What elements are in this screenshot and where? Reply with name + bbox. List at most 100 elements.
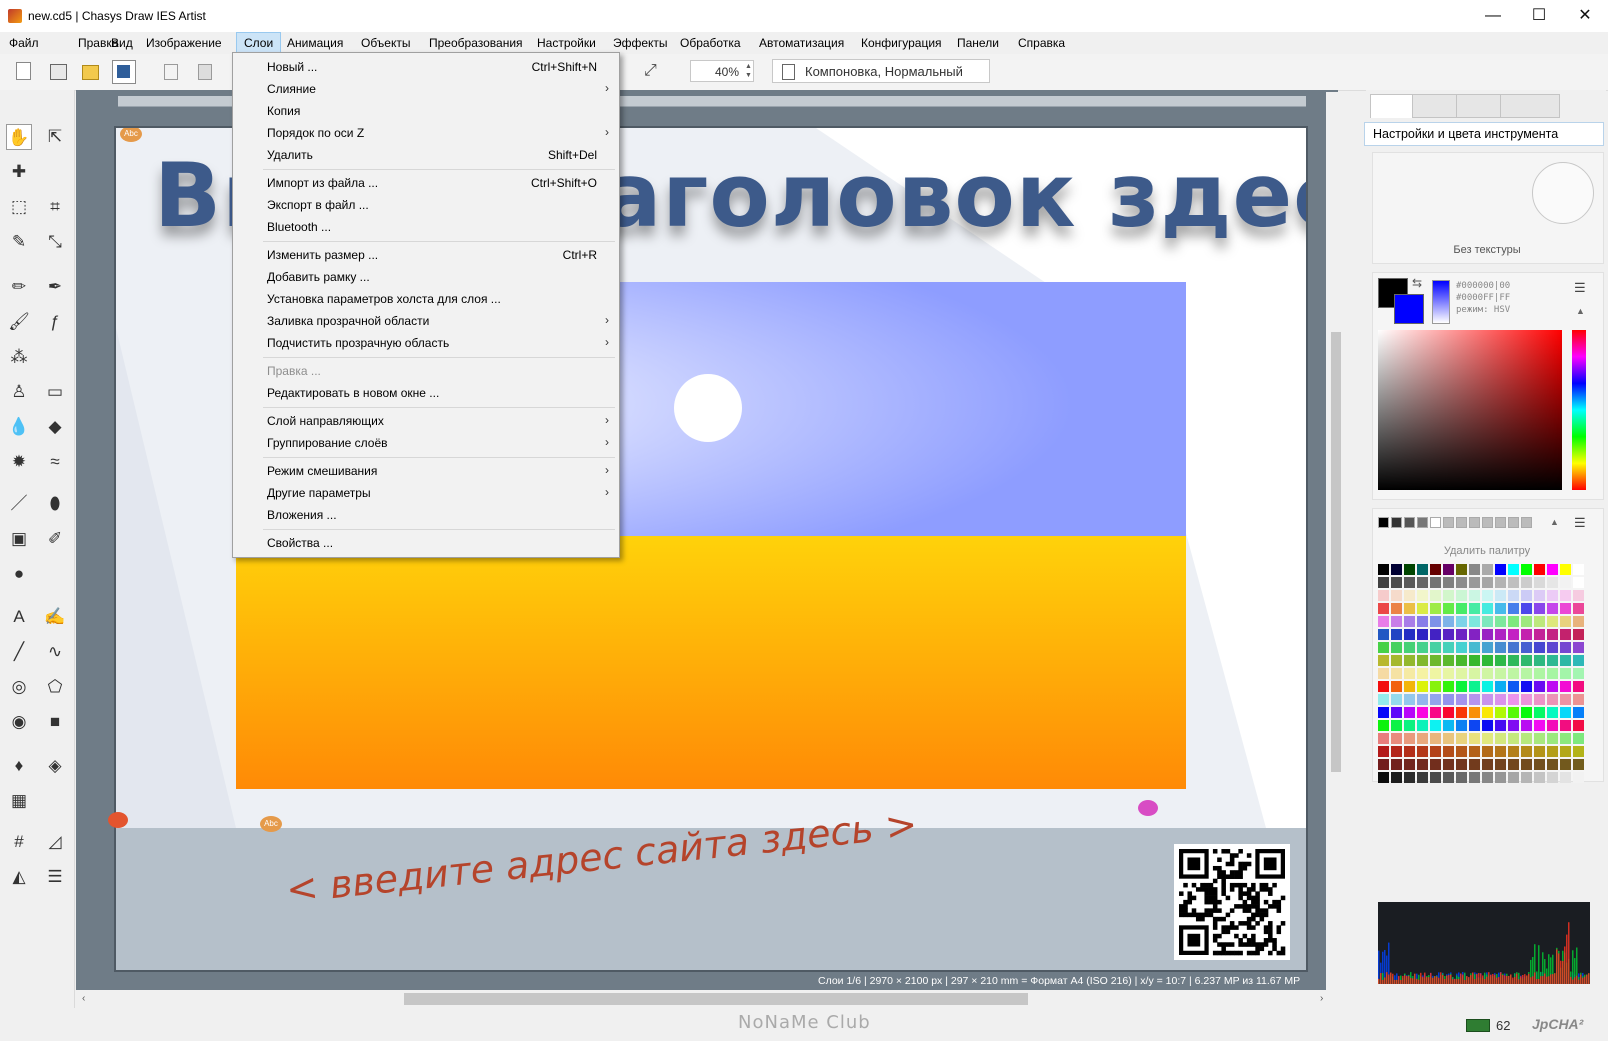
dropdown-item[interactable]: Вложения ... [233,504,619,526]
dropdown-item[interactable]: Добавить рамку ... [233,266,619,288]
dropdown-item[interactable]: Копия [233,100,619,122]
open-window-icon[interactable] [50,64,67,80]
effect-brush-icon[interactable]: ƒ [42,309,68,335]
line-brush-icon[interactable]: ／ [6,491,32,517]
dropdown-item[interactable]: Новый ... Ctrl+Shift+N [233,56,619,78]
palette-menu-icon[interactable]: ☰ [1574,515,1586,531]
splatter-icon[interactable]: ✹ [6,449,32,475]
curve-icon[interactable]: ∿ [42,639,68,665]
dropdown-item[interactable]: Заливка прозрачной области › [233,310,619,332]
menu-1[interactable]: Файл [2,32,46,54]
dropdown-item[interactable]: Bluetooth ... [233,216,619,238]
marker-icon[interactable]: ✐ [42,526,68,552]
dropdown-item[interactable]: Порядок по оси Z › [233,122,619,144]
dropdown-item[interactable]: Слой направляющих › [233,410,619,432]
menu-5[interactable]: Слои [236,32,282,54]
pointer-icon[interactable]: ⇱ [42,124,68,150]
fill-icon[interactable]: ♦ [6,753,32,779]
maximize-button[interactable]: ☐ [1516,0,1562,32]
menu-9[interactable]: Настройки [530,32,603,54]
copy-icon[interactable] [164,64,178,80]
scatter-icon[interactable]: ⁂ [6,344,32,370]
palette-collapse-icon[interactable]: ▲ [1550,517,1559,527]
stamp-icon[interactable]: ♙ [6,379,32,405]
dropdown-item[interactable]: Другие параметры › [233,482,619,504]
tab-files[interactable] [1500,94,1560,118]
menu-15[interactable]: Справка [1011,32,1072,54]
swap-colors-icon[interactable]: ⇆ [1412,276,1422,290]
dropdown-item[interactable]: Импорт из файла ... Ctrl+Shift+O [233,172,619,194]
composite-mode-button[interactable]: Компоновка, Нормальный [772,59,990,83]
background-color-swatch[interactable] [1394,294,1424,324]
pen-icon[interactable]: ✒ [42,274,68,300]
vertical-scroll-thumb[interactable] [1331,332,1341,772]
settings-lines-icon[interactable]: ☰ [42,864,68,890]
dropdown-item[interactable]: Свойства ... [233,532,619,554]
eraser-icon[interactable]: ▭ [42,379,68,405]
layer-marker-icon[interactable] [1138,800,1158,816]
horizontal-scroll-thumb[interactable] [404,993,1028,1005]
fit-screen-icon[interactable]: ⤢ [644,62,662,80]
pattern-icon[interactable]: ◭ [6,864,32,890]
menu-4[interactable]: Изображение [139,32,229,54]
blur-icon[interactable]: 💧 [6,414,32,440]
polygon-icon[interactable]: ⬠ [42,674,68,700]
dropdown-item[interactable]: Режим смешивания › [233,460,619,482]
scroll-right-icon[interactable]: › [1320,993,1323,1004]
selection-icon[interactable]: ⬚ [6,194,32,220]
dropdown-item[interactable]: Удалить Shift+Del [233,144,619,166]
save-button[interactable] [112,60,136,84]
close-button[interactable]: ✕ [1562,0,1608,32]
text-layer-marker-icon[interactable]: Abc [260,816,282,832]
delete-palette-label[interactable]: Удалить палитру [1372,545,1602,557]
new-file-icon[interactable] [16,62,31,80]
menu-12[interactable]: Автоматизация [752,32,851,54]
rect-fill-icon[interactable]: ■ [42,709,68,735]
menu-7[interactable]: Объекты [354,32,418,54]
hue-slider[interactable] [1572,330,1586,490]
dropdown-item[interactable]: Группирование слоёв › [233,432,619,454]
minimize-button[interactable]: — [1470,0,1516,32]
perspective-icon[interactable]: ◿ [42,829,68,855]
dropdown-item[interactable]: Редактировать в новом окне ... [233,382,619,404]
wave-icon[interactable]: ≈ [42,449,68,475]
scroll-left-icon[interactable]: ‹ [82,993,85,1004]
fill-pattern-icon[interactable]: ◈ [42,753,68,779]
menu-6[interactable]: Анимация [280,32,350,54]
shape-icon[interactable]: ◎ [6,674,32,700]
signature-icon[interactable]: ✍ [42,604,68,630]
alpha-slider[interactable] [1432,280,1450,324]
zoom-spinner[interactable]: ▲ ▼ [745,62,752,80]
menu-3[interactable]: Вид [104,32,140,54]
menu-11[interactable]: Обработка [673,32,748,54]
dropdown-item[interactable]: Экспорт в файл ... [233,194,619,216]
smudge-icon[interactable]: ◆ [42,414,68,440]
collapse-icon[interactable]: ▲ [1576,306,1585,316]
dropdown-item[interactable]: Слияние › [233,78,619,100]
dropdown-item[interactable]: Подчистить прозрачную область › [233,332,619,354]
eyedropper-icon[interactable]: ✎ [6,229,32,255]
move-icon[interactable]: ✚ [6,159,32,185]
gradient-icon[interactable]: ▦ [6,788,32,814]
shape-fill-icon[interactable]: ◉ [6,709,32,735]
transform-icon[interactable]: ⤡ [42,229,68,255]
layer-marker-icon[interactable] [108,812,128,828]
sphere-icon[interactable]: ● [6,561,32,587]
crop-icon[interactable]: ⌗ [42,194,68,220]
grid-icon[interactable]: # [6,829,32,855]
menu-8[interactable]: Преобразования [422,32,530,54]
paint-icon[interactable]: ⬮ [42,491,68,517]
open-folder-icon[interactable] [82,65,99,80]
saturation-value-field[interactable] [1378,330,1562,490]
text-icon[interactable]: A [6,604,32,630]
line-icon[interactable]: ╱ [6,639,32,665]
dropdown-item[interactable]: Изменить размер ... Ctrl+R [233,244,619,266]
brush-icon[interactable]: 🖌 [6,309,32,335]
menu-10[interactable]: Эффекты [606,32,675,54]
dropdown-item[interactable]: Установка параметров холста для слоя ... [233,288,619,310]
hand-icon[interactable]: ✋ [6,124,32,150]
paste-icon[interactable] [198,64,212,80]
menu-14[interactable]: Панели [950,32,1006,54]
pencil-icon[interactable]: ✏ [6,274,32,300]
image-brush-icon[interactable]: ▣ [6,526,32,552]
